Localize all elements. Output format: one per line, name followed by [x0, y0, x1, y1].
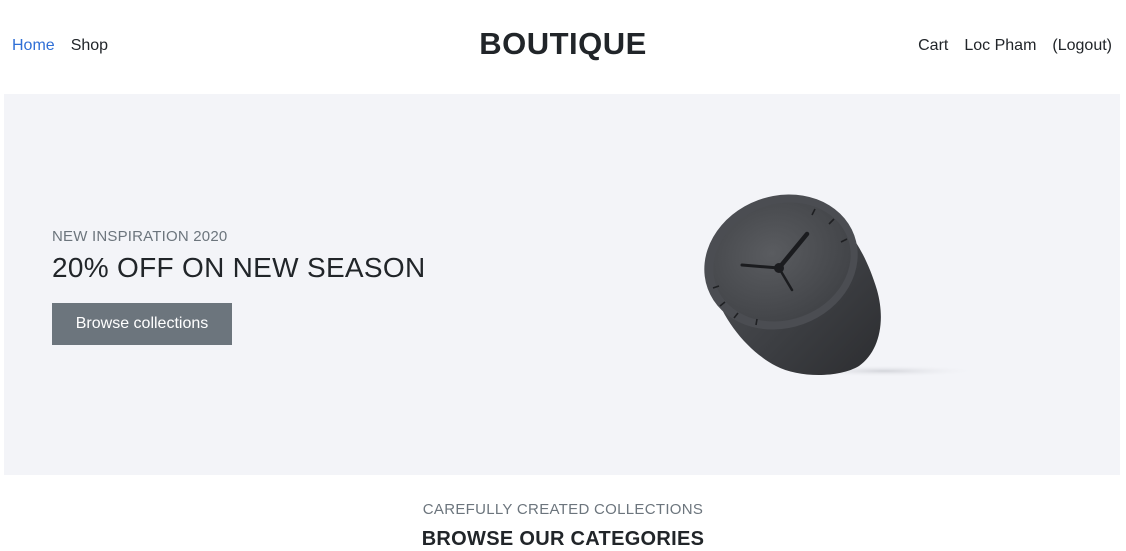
- hero-headline: 20% OFF ON NEW SEASON: [52, 252, 426, 283]
- nav-link-cart[interactable]: Cart: [918, 37, 948, 55]
- top-navbar: Home Shop BOUTIQUE Cart Loc Pham (Logout…: [0, 0, 1126, 94]
- browse-collections-button[interactable]: Browse collections: [52, 303, 232, 345]
- categories-eyebrow: CAREFULLY CREATED COLLECTIONS: [422, 501, 704, 518]
- hero-banner: NEW INSPIRATION 2020 20% OFF ON NEW SEAS…: [4, 94, 1120, 475]
- hero-eyebrow: NEW INSPIRATION 2020: [52, 228, 228, 245]
- categories-title: BROWSE OUR CATEGORIES: [421, 528, 705, 550]
- user-nav: Cart Loc Pham (Logout): [918, 37, 1112, 55]
- nav-link-logout[interactable]: (Logout): [1052, 37, 1112, 55]
- table-clock-image: [704, 194, 979, 377]
- nav-link-user[interactable]: Loc Pham: [964, 37, 1036, 55]
